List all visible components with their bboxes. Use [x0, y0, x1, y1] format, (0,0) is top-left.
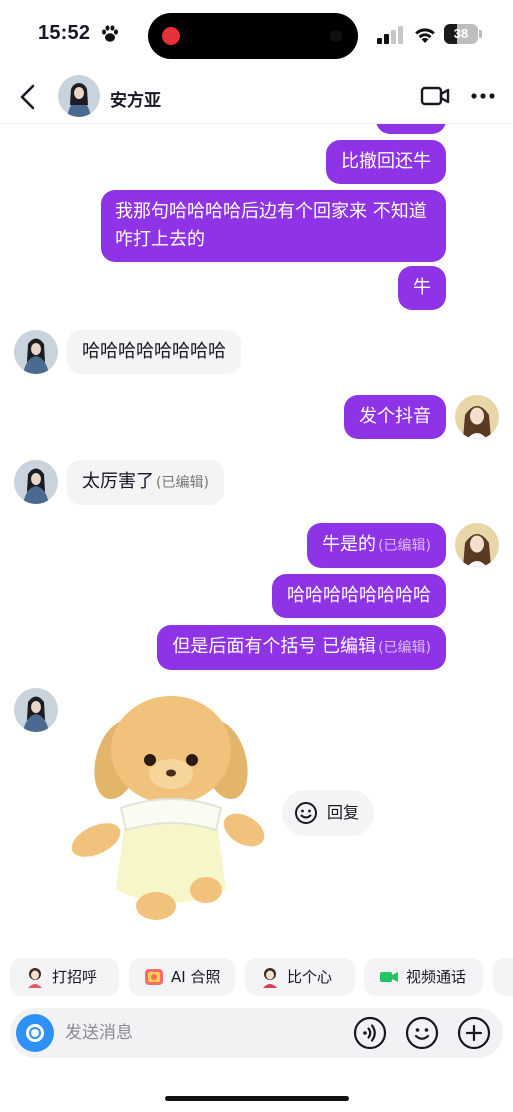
emoji-icon[interactable] [405, 1016, 439, 1050]
contact-avatar[interactable] [58, 75, 100, 117]
reply-button[interactable]: 回复 [282, 790, 374, 836]
message-text: 牛 [413, 277, 431, 298]
message-bubble[interactable]: 比撤回还牛 [326, 140, 446, 184]
user-avatar[interactable] [455, 395, 499, 439]
ai-photo-icon [145, 969, 163, 985]
message-text: 但是后面有个括号 已编辑 [172, 636, 377, 657]
contact-name[interactable]: 安方亚 [110, 86, 161, 111]
edited-tag: (已编辑) [378, 640, 431, 656]
status-bar: 15:52 38 [0, 0, 513, 70]
recording-dot-icon [162, 27, 180, 45]
contact-avatar[interactable] [14, 688, 58, 732]
video-camera-icon[interactable] [420, 84, 450, 108]
message-bubble[interactable]: 哈哈哈哈哈哈哈哈 [272, 574, 446, 618]
message-bubble[interactable]: 牛 [398, 266, 446, 310]
reply-label: 回复 [327, 803, 360, 822]
voice-input-icon[interactable] [353, 1016, 387, 1050]
quick-action-label: 比个心 [287, 968, 333, 986]
quick-action-more[interactable] [493, 958, 513, 996]
message-bubble[interactable]: 牛是的 (已编辑) [307, 523, 446, 568]
quick-action-greet[interactable]: 打招呼 [10, 958, 119, 996]
edited-tag: (已编辑) [378, 538, 431, 554]
message-bubble[interactable]: 我那句哈哈哈哈后边有个回家来 不知道咋打上去的 [101, 190, 446, 262]
quick-action-ai-photo[interactable]: AI 合照 [129, 958, 235, 996]
contact-avatar[interactable] [14, 460, 58, 504]
message-text: 太厉害了 [82, 471, 154, 492]
smile-icon [295, 802, 317, 824]
message-text: 哈哈哈哈哈哈哈哈 [287, 585, 431, 606]
message-bubble[interactable]: 哈哈哈哈哈哈哈哈 [67, 330, 241, 374]
video-call-icon [380, 972, 398, 982]
message-bubble-clipped[interactable] [376, 124, 446, 134]
plus-icon[interactable] [457, 1016, 491, 1050]
puppy-plush-sticker[interactable] [66, 690, 276, 934]
quick-actions-bar[interactable]: 打招呼 AI 合照 比个心 视频通话 [0, 958, 513, 998]
chevron-left-icon[interactable] [16, 83, 40, 111]
edited-tag: (已编辑) [156, 475, 209, 491]
quick-action-label: 打招呼 [52, 968, 98, 986]
message-bubble[interactable]: 但是后面有个括号 已编辑 (已编辑) [157, 625, 446, 670]
front-camera-icon [330, 30, 342, 42]
wifi-icon [415, 28, 435, 43]
chat-messages[interactable]: 比撤回还牛 我那句哈哈哈哈后边有个回家来 不知道咋打上去的 牛 哈哈哈哈哈哈哈哈… [0, 124, 513, 954]
home-indicator [165, 1096, 349, 1101]
quick-action-heart[interactable]: 比个心 [245, 958, 355, 996]
battery-indicator: 38 [444, 24, 482, 44]
message-text: 比撤回还牛 [341, 151, 431, 172]
message-bubble[interactable]: 发个抖音 [344, 395, 446, 439]
quick-action-label: AI 合照 [171, 968, 221, 986]
user-avatar[interactable] [455, 523, 499, 567]
wave-avatar-icon [28, 968, 42, 988]
message-input-bar [10, 1008, 503, 1058]
paw-icon [102, 25, 118, 42]
chat-header: 安方亚 [0, 70, 513, 124]
battery-percent: 38 [453, 26, 469, 41]
quick-action-video-call[interactable]: 视频通话 [364, 958, 483, 996]
heart-avatar-icon [263, 968, 277, 988]
more-dots-icon[interactable] [470, 84, 496, 108]
quick-action-label: 视频通话 [406, 968, 467, 986]
camera-button[interactable] [16, 1014, 54, 1052]
cellular-signal-icon [377, 26, 403, 44]
message-text: 哈哈哈哈哈哈哈哈 [82, 341, 226, 362]
message-bubble[interactable]: 太厉害了 (已编辑) [67, 460, 224, 505]
dynamic-island [148, 13, 358, 59]
message-text: 发个抖音 [359, 406, 431, 427]
message-input[interactable] [65, 1008, 345, 1058]
message-text: 牛是的 [322, 534, 377, 555]
status-time: 15:52 [38, 22, 91, 44]
message-text: 我那句哈哈哈哈后边有个回家来 不知道咋打上去的 [115, 201, 427, 250]
contact-avatar[interactable] [14, 330, 58, 374]
